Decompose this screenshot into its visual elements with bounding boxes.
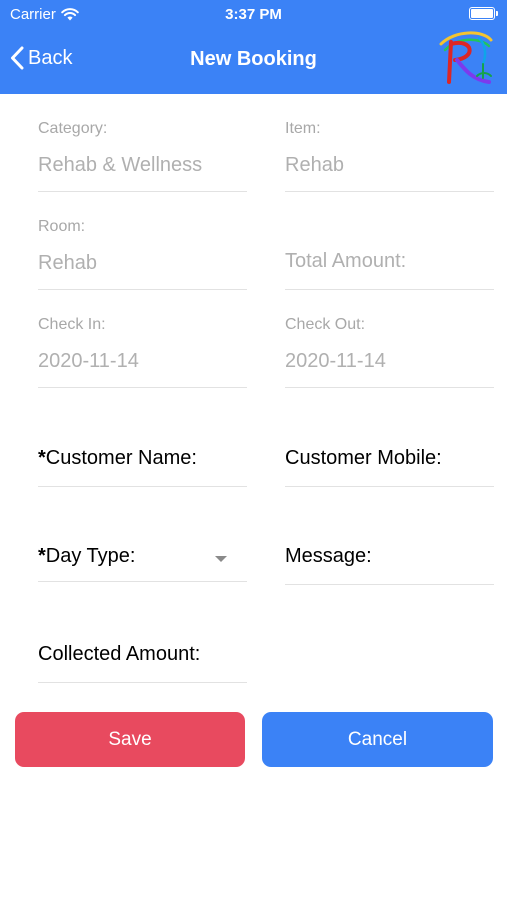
dropdown-arrow-icon — [215, 556, 227, 562]
room-field: Room: Rehab — [38, 218, 247, 290]
battery-icon — [469, 7, 498, 20]
check-in-label: Check In: — [38, 316, 106, 333]
required-mark: * — [38, 545, 46, 567]
back-label: Back — [28, 46, 73, 69]
item-value: Rehab — [285, 154, 344, 176]
customer-name-label: Customer Name: — [45, 447, 197, 469]
message-input[interactable]: Message: — [285, 545, 494, 585]
category-value: Rehab & Wellness — [38, 154, 203, 176]
message-label: Message: — [285, 545, 372, 567]
total-amount-field: Total Amount: — [285, 250, 494, 290]
check-out-value: 2020-11-14 — [285, 350, 386, 372]
collected-amount-input[interactable]: Collected Amount: — [38, 643, 247, 683]
collected-amount-label: Collected Amount: — [38, 643, 201, 665]
customer-name-input[interactable]: *Customer Name: — [38, 447, 247, 487]
required-mark: * — [38, 447, 46, 469]
category-label: Category: — [38, 120, 108, 137]
day-type-label: Day Type: — [45, 545, 136, 567]
item-field: Item: Rehab — [285, 120, 494, 192]
nav-bar: Back New Booking — [0, 31, 507, 84]
save-button[interactable]: Save — [15, 712, 245, 767]
carrier-label: Carrier — [10, 6, 56, 23]
room-value: Rehab — [38, 252, 97, 274]
brand-logo — [439, 31, 493, 84]
check-out-label: Check Out: — [285, 316, 366, 333]
cancel-button[interactable]: Cancel — [262, 712, 493, 767]
back-button[interactable]: Back — [10, 46, 72, 70]
category-field: Category: Rehab & Wellness — [38, 120, 247, 192]
chevron-left-icon — [11, 46, 24, 70]
room-label: Room: — [38, 218, 86, 235]
check-in-value: 2020-11-14 — [38, 350, 139, 372]
check-in-field[interactable]: Check In: 2020-11-14 — [38, 316, 247, 388]
total-amount-label: Total Amount: — [285, 250, 407, 272]
navigation-header: Carrier 3:37 PM Back New Booking — [0, 0, 507, 94]
customer-mobile-input[interactable]: Customer Mobile: — [285, 447, 494, 487]
check-out-field[interactable]: Check Out: 2020-11-14 — [285, 316, 494, 388]
day-type-dropdown[interactable]: *Day Type: — [38, 545, 247, 582]
wifi-icon — [61, 8, 79, 21]
page-title: New Booking — [190, 48, 317, 70]
status-bar: Carrier 3:37 PM — [0, 0, 507, 30]
item-label: Item: — [285, 120, 321, 137]
customer-mobile-label: Customer Mobile: — [285, 447, 442, 469]
